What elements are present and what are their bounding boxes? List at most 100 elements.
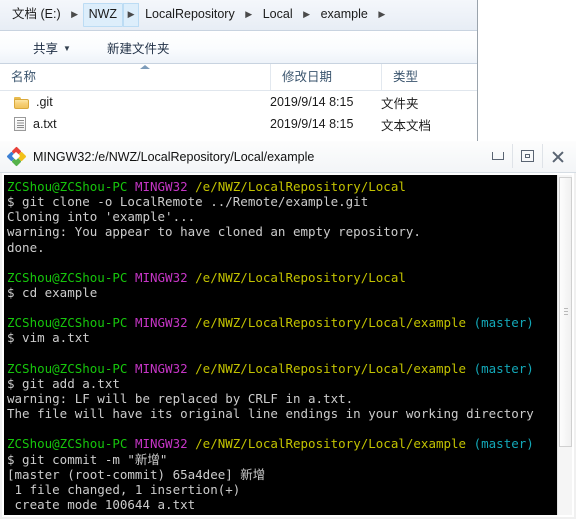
breadcrumb-separator-icon[interactable]: ▶ [374,3,390,27]
window-controls [483,144,572,168]
terminal-line: $ git commit -m "新增" [7,452,557,467]
breadcrumb-separator-icon[interactable]: ▶ [241,3,257,27]
new-folder-label: 新建文件夹 [106,41,170,56]
terminal-text: ZCShou@ZCShou-PC [7,269,135,285]
command-toolbar: 共享 ▼ 新建文件夹 [0,31,477,64]
terminal-text: MINGW32 [134,179,196,194]
file-modified-cell: 2019/9/14 8:15 [270,117,354,131]
terminal-text: $ git add a.txt [7,375,120,391]
file-type-cell: 文件夹 [381,96,419,111]
terminal-text: The file will have its original line end… [7,406,534,422]
git-bash-icon [6,146,27,167]
terminal-text: $ git commit -m "新增" [7,451,168,467]
terminal-text: warning: You appear to have cloned an em… [7,224,421,240]
breadcrumb-separator-icon[interactable]: ▶ [299,3,315,27]
terminal-text: 1 file changed, 1 insertion(+) [7,481,241,497]
breadcrumb: 文档 (E:) ▶ NWZ ▶ LocalRepository ▶ Local ▶ exampl… [6,3,477,27]
terminal-title-bar[interactable]: MINGW32:/e/NWZ/LocalRepository/Local/exa… [0,141,576,173]
terminal-line: done. [7,240,557,255]
terminal-scrollbar-thumb[interactable] [559,177,572,447]
terminal-text: /e/NWZ/LocalRepository/Local/example [195,436,474,452]
terminal-text: /e/NWZ/LocalRepository/Local [195,269,406,285]
terminal-text: (master) [473,436,534,452]
terminal-text: (master) [473,360,534,376]
file-row[interactable]: .git 2019/9/14 8:15 文件夹 [0,91,477,113]
terminal-line: ZCShou@ZCShou-PC MINGW32 /e/NWZ/LocalRep… [7,315,557,330]
terminal-line: ZCShou@ZCShou-PC MINGW32 /e/NWZ/LocalRep… [7,270,557,285]
terminal-text: done. [7,239,45,255]
file-name-cell: a.txt [0,117,270,131]
minimize-button[interactable] [483,144,512,168]
terminal-line: ZCShou@ZCShou-PC MINGW32 /e/NWZ/LocalRep… [7,179,557,194]
terminal-line: 1 file changed, 1 insertion(+) [7,482,557,497]
column-header-3[interactable]: 类型 [381,64,471,90]
file-list: .git 2019/9/14 8:15 文件夹 a.txt 2019/9/14 8:15… [0,91,477,144]
terminal-text: MINGW32 [134,269,196,285]
file-type-cell: 文本文档 [381,118,432,133]
terminal-text: /e/NWZ/LocalRepository/Local [195,179,406,194]
close-icon [551,150,564,163]
terminal-line: warning: LF will be replaced by CRLF in … [7,391,557,406]
breadcrumb-separator-icon[interactable]: ▶ [67,3,83,27]
terminal-line: $ cd example [7,285,557,300]
terminal-text: MINGW32 [134,436,196,452]
breadcrumb-item-1[interactable]: 文档 (E:) [6,3,67,27]
folder-icon [14,96,29,109]
terminal-text: ZCShou@ZCShou-PC [7,179,135,194]
column-header-2[interactable]: 修改日期 [270,64,381,90]
terminal-frame: ZCShou@ZCShou-PC MINGW32 /e/NWZ/LocalRep… [2,173,574,517]
terminal-text: MINGW32 [134,315,196,331]
breadcrumb-separator-icon[interactable]: ▶ [123,3,140,27]
breadcrumb-item-5[interactable]: example [315,3,374,27]
terminal-text: (master) [473,315,534,331]
column-header-1[interactable]: 名称 [0,64,270,90]
breadcrumb-item-4[interactable]: Local [257,3,299,27]
terminal-text: Cloning into 'example'... [7,209,196,225]
file-row[interactable]: a.txt 2019/9/14 8:15 文本文档 [0,113,477,135]
terminal-text: warning: LF will be replaced by CRLF in … [7,390,354,406]
close-button[interactable] [542,144,572,168]
terminal-text: create mode 100644 a.txt [7,496,196,512]
terminal-line: $ git add a.txt [7,376,557,391]
terminal-line: Cloning into 'example'... [7,209,557,224]
terminal-text: /e/NWZ/LocalRepository/Local/example [195,315,474,331]
address-bar: 文档 (E:) ▶ NWZ ▶ LocalRepository ▶ Local ▶ exampl… [0,0,477,31]
terminal-text: ZCShou@ZCShou-PC [7,315,135,331]
terminal-text: ZCShou@ZCShou-PC [7,436,135,452]
terminal-line: $ git clone -o LocalRemote ../Remote/exa… [7,194,557,209]
terminal-scrollbar[interactable] [557,175,572,515]
terminal-title-text: MINGW32:/e/NWZ/LocalRepository/Local/exa… [33,149,315,164]
restore-icon [521,150,534,162]
terminal-text: $ cd example [7,284,98,300]
text-file-icon [14,117,26,131]
file-explorer-window: 文档 (E:) ▶ NWZ ▶ LocalRepository ▶ Local ▶ exampl… [0,0,478,145]
terminal-line: ZCShou@ZCShou-PC MINGW32 /e/NWZ/LocalRep… [7,361,557,376]
sort-ascending-icon [140,65,150,69]
terminal-line: [master (root-commit) 65a4dee] 新增 [7,467,557,482]
breadcrumb-item-3[interactable]: LocalRepository [139,3,241,27]
terminal-output[interactable]: ZCShou@ZCShou-PC MINGW32 /e/NWZ/LocalRep… [4,175,557,515]
terminal-text: MINGW32 [134,360,196,376]
new-folder-button[interactable]: 新建文件夹 [100,34,177,61]
share-label: 共享 [33,41,59,56]
file-name-label: .git [36,95,53,109]
column-header-row: 名称 修改日期 类型 [0,64,477,91]
terminal-text: [master (root-commit) 65a4dee] 新增 [7,466,266,482]
breadcrumb-item-2[interactable]: NWZ [82,3,124,27]
file-modified-cell: 2019/9/14 8:15 [270,95,354,109]
terminal-text: ZCShou@ZCShou-PC [7,360,135,376]
terminal-text: /e/NWZ/LocalRepository/Local/example [195,360,474,376]
mingw32-window: MINGW32:/e/NWZ/LocalRepository/Local/exa… [0,141,576,519]
file-name-cell: .git [0,95,270,109]
terminal-line: warning: You appear to have cloned an em… [7,224,557,239]
share-button[interactable]: 共享 ▼ [26,34,78,61]
terminal-text: $ git clone -o LocalRemote ../Remote/exa… [7,194,369,210]
terminal-line: $ vim a.txt [7,330,557,345]
restore-button[interactable] [512,144,542,168]
minimize-icon [491,152,504,160]
terminal-line: create mode 100644 a.txt [7,497,557,512]
file-name-label: a.txt [33,117,57,131]
